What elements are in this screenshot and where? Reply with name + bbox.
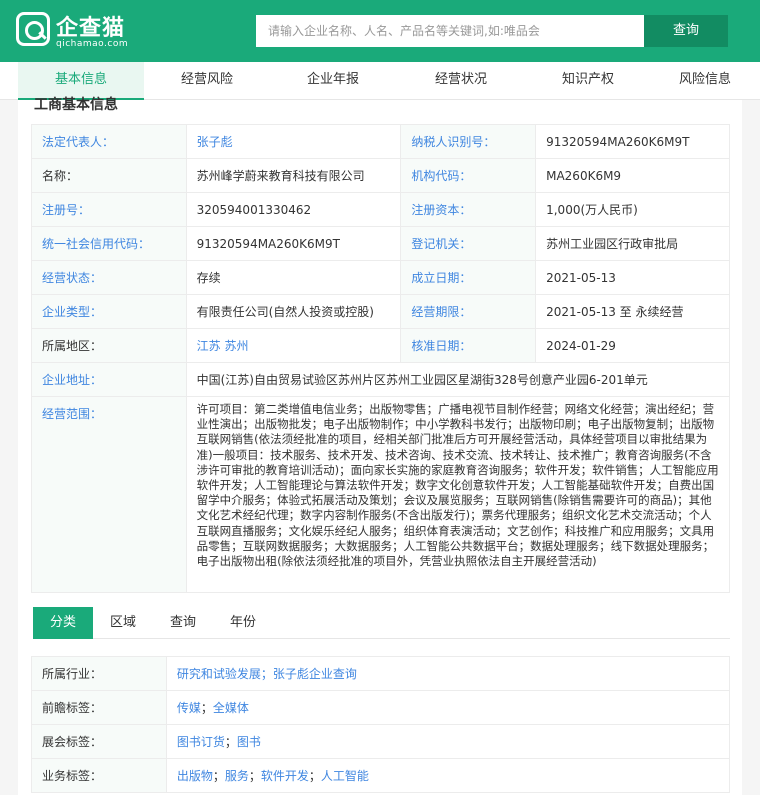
type-value: 有限责任公司(自然人投资或控股) (185, 294, 402, 329)
tab-region[interactable]: 区域 (93, 607, 153, 639)
reg-no-value: 320594001330462 (185, 192, 402, 227)
legal-rep-value[interactable]: 张子彪 (197, 135, 233, 149)
tab-annual-report[interactable]: 企业年报 (270, 62, 396, 100)
business-tag[interactable]: 出版物 (177, 769, 213, 783)
search-input[interactable] (256, 15, 644, 47)
business-label: 业务标签： (31, 758, 167, 793)
top-bar: 企查猫 qichamao.com 查询 (0, 0, 760, 62)
address-label[interactable]: 企业地址： (31, 362, 187, 397)
table-row: 所属行业： 研究和试验发展；张子彪企业查询 (31, 656, 731, 691)
region-value[interactable]: 江苏 苏州 (197, 339, 249, 353)
reg-no-label[interactable]: 注册号： (31, 192, 187, 227)
org-code-value: MA260K6M9 (535, 158, 730, 193)
status-value: 存续 (185, 260, 402, 295)
table-row: 经营状态： 存续 成立日期： 2021-05-13 (31, 260, 730, 295)
authority-value: 苏州工业园区行政审批局 (535, 226, 730, 261)
table-row: 企业类型： 有限责任公司(自然人投资或控股) 经营期限： 2021-05-13 … (31, 294, 730, 329)
name-label: 名称： (31, 158, 187, 193)
tab-intellectual-property[interactable]: 知识产权 (526, 62, 650, 100)
capital-value: 1,000(万人民币) (535, 192, 730, 227)
tab-risk-info[interactable]: 风险信息 (650, 62, 760, 100)
term-value: 2021-05-13 至 永续经营 (535, 294, 730, 329)
status-label[interactable]: 经营状态： (31, 260, 187, 295)
tab-operation-risk[interactable]: 经营风险 (144, 62, 270, 100)
category-tabs: 分类 区域 查询 年份 (33, 607, 730, 639)
business-info-table: 法定代表人： 张子彪 纳税人识别号： 91320594MA260K6M9T 名称… (31, 124, 731, 593)
tab-business-status[interactable]: 经营状况 (396, 62, 526, 100)
business-tag[interactable]: 人工智能 (321, 769, 369, 783)
prospect-tag[interactable]: 全媒体 (213, 701, 249, 715)
tag-table: 所属行业： 研究和试验发展；张子彪企业查询 前瞻标签： 传媒；全媒体 展会标签：… (31, 656, 731, 793)
prospect-tag[interactable]: 传媒 (177, 701, 201, 715)
table-row: 统一社会信用代码： 91320594MA260K6M9T 登记机关： 苏州工业园… (31, 226, 730, 261)
approve-label[interactable]: 核准日期： (400, 328, 537, 363)
table-row: 法定代表人： 张子彪 纳税人识别号： 91320594MA260K6M9T (31, 124, 730, 159)
business-tag[interactable]: 软件开发 (261, 769, 309, 783)
expo-tag[interactable]: 图书订货 (177, 735, 225, 749)
authority-label[interactable]: 登记机关： (400, 226, 537, 261)
capital-label[interactable]: 注册资本： (400, 192, 537, 227)
founded-label[interactable]: 成立日期： (400, 260, 537, 295)
credit-code-value: 91320594MA260K6M9T (185, 226, 402, 261)
table-row: 经营范围： 许可项目：第二类增值电信业务；出版物零售；广播电视节目制作经营；网络… (31, 396, 731, 593)
industry-tag[interactable]: 研究和试验发展 (177, 667, 261, 681)
scope-label[interactable]: 经营范围： (31, 396, 187, 593)
table-row: 业务标签： 出版物；服务；软件开发；人工智能 (31, 758, 731, 793)
industry-label: 所属行业： (31, 656, 167, 691)
tab-year[interactable]: 年份 (213, 607, 273, 639)
scope-value: 许可项目：第二类增值电信业务；出版物零售；广播电视节目制作经营；网络文化经营；演… (185, 396, 731, 593)
table-row: 注册号： 320594001330462 注册资本： 1,000(万人民币) (31, 192, 730, 227)
section-title: 工商基本信息 (34, 97, 118, 113)
content-card: 工商基本信息 法定代表人： 张子彪 纳税人识别号： 91320594MA260K… (18, 97, 742, 795)
table-row: 所属地区： 江苏 苏州 核准日期： 2024-01-29 (31, 328, 730, 363)
logo[interactable]: 企查猫 qichamao.com (16, 10, 136, 52)
logo-name: 企查猫 (56, 16, 126, 41)
address-value: 中国(江苏)自由贸易试验区苏州片区苏州工业园区星湖街328号创意产业园6-201… (185, 362, 731, 397)
tax-id-label[interactable]: 纳税人识别号： (400, 124, 537, 159)
search-button[interactable]: 查询 (644, 15, 728, 47)
type-label[interactable]: 企业类型： (31, 294, 187, 329)
expo-label: 展会标签： (31, 724, 167, 759)
tab-query[interactable]: 查询 (153, 607, 213, 639)
approve-value: 2024-01-29 (535, 328, 730, 363)
business-tag[interactable]: 服务 (225, 769, 249, 783)
prospect-label: 前瞻标签： (31, 690, 167, 725)
term-label[interactable]: 经营期限： (400, 294, 537, 329)
founded-value: 2021-05-13 (535, 260, 730, 295)
region-label: 所属地区： (31, 328, 187, 363)
magnifier-logo-icon (16, 12, 50, 46)
credit-code-label[interactable]: 统一社会信用代码： (31, 226, 187, 261)
table-row: 前瞻标签： 传媒；全媒体 (31, 690, 731, 725)
org-code-label[interactable]: 机构代码： (400, 158, 537, 193)
name-value: 苏州峰学蔚来教育科技有限公司 (185, 158, 402, 193)
legal-rep-label[interactable]: 法定代表人： (31, 124, 187, 159)
logo-domain: qichamao.com (56, 39, 129, 49)
tax-id-value: 91320594MA260K6M9T (535, 124, 730, 159)
table-row: 企业地址： 中国(江苏)自由贸易试验区苏州片区苏州工业园区星湖街328号创意产业… (31, 362, 731, 397)
table-row: 展会标签： 图书订货；图书 (31, 724, 731, 759)
tab-category[interactable]: 分类 (33, 607, 93, 639)
table-row: 名称： 苏州峰学蔚来教育科技有限公司 机构代码： MA260K6M9 (31, 158, 730, 193)
expo-tag[interactable]: 图书 (237, 735, 261, 749)
person-company-link[interactable]: 张子彪企业查询 (273, 667, 357, 681)
